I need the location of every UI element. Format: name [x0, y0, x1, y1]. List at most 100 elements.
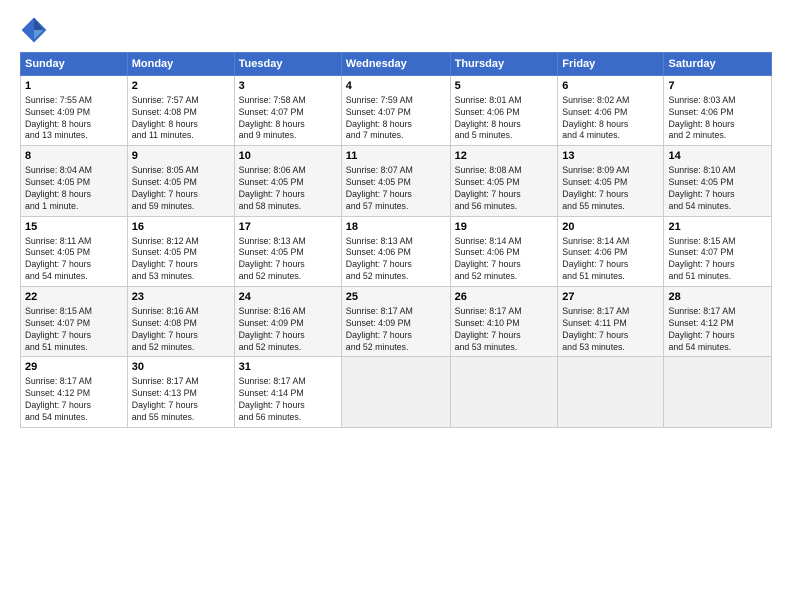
- page: Sunday Monday Tuesday Wednesday Thursday…: [0, 0, 792, 612]
- table-row: [341, 357, 450, 427]
- table-row: 25Sunrise: 8:17 AMSunset: 4:09 PMDayligh…: [341, 287, 450, 357]
- day-number: 22: [25, 290, 123, 305]
- day-info: Sunrise: 8:16 AMSunset: 4:08 PMDaylight:…: [132, 306, 230, 354]
- day-info: Sunrise: 8:08 AMSunset: 4:05 PMDaylight:…: [455, 165, 554, 213]
- day-number: 4: [346, 79, 446, 94]
- table-row: 1Sunrise: 7:55 AMSunset: 4:09 PMDaylight…: [21, 76, 128, 146]
- table-row: 3Sunrise: 7:58 AMSunset: 4:07 PMDaylight…: [234, 76, 341, 146]
- table-row: 31Sunrise: 8:17 AMSunset: 4:14 PMDayligh…: [234, 357, 341, 427]
- day-number: 15: [25, 220, 123, 235]
- day-number: 5: [455, 79, 554, 94]
- col-friday: Friday: [558, 53, 664, 76]
- table-row: 17Sunrise: 8:13 AMSunset: 4:05 PMDayligh…: [234, 216, 341, 286]
- calendar-row: 1Sunrise: 7:55 AMSunset: 4:09 PMDaylight…: [21, 76, 772, 146]
- day-number: 30: [132, 360, 230, 375]
- day-info: Sunrise: 8:13 AMSunset: 4:06 PMDaylight:…: [346, 236, 446, 284]
- day-number: 10: [239, 149, 337, 164]
- day-info: Sunrise: 8:17 AMSunset: 4:12 PMDaylight:…: [25, 376, 123, 424]
- day-info: Sunrise: 8:07 AMSunset: 4:05 PMDaylight:…: [346, 165, 446, 213]
- day-number: 31: [239, 360, 337, 375]
- table-row: [558, 357, 664, 427]
- table-row: 15Sunrise: 8:11 AMSunset: 4:05 PMDayligh…: [21, 216, 128, 286]
- day-number: 12: [455, 149, 554, 164]
- header: [20, 16, 772, 44]
- header-row: Sunday Monday Tuesday Wednesday Thursday…: [21, 53, 772, 76]
- day-info: Sunrise: 7:57 AMSunset: 4:08 PMDaylight:…: [132, 95, 230, 143]
- table-row: 18Sunrise: 8:13 AMSunset: 4:06 PMDayligh…: [341, 216, 450, 286]
- day-number: 13: [562, 149, 659, 164]
- day-number: 2: [132, 79, 230, 94]
- table-row: 23Sunrise: 8:16 AMSunset: 4:08 PMDayligh…: [127, 287, 234, 357]
- table-row: 7Sunrise: 8:03 AMSunset: 4:06 PMDaylight…: [664, 76, 772, 146]
- table-row: 11Sunrise: 8:07 AMSunset: 4:05 PMDayligh…: [341, 146, 450, 216]
- day-info: Sunrise: 8:17 AMSunset: 4:14 PMDaylight:…: [239, 376, 337, 424]
- table-row: 27Sunrise: 8:17 AMSunset: 4:11 PMDayligh…: [558, 287, 664, 357]
- table-row: 4Sunrise: 7:59 AMSunset: 4:07 PMDaylight…: [341, 76, 450, 146]
- day-number: 28: [668, 290, 767, 305]
- day-info: Sunrise: 8:02 AMSunset: 4:06 PMDaylight:…: [562, 95, 659, 143]
- day-info: Sunrise: 8:17 AMSunset: 4:10 PMDaylight:…: [455, 306, 554, 354]
- table-row: 21Sunrise: 8:15 AMSunset: 4:07 PMDayligh…: [664, 216, 772, 286]
- day-info: Sunrise: 8:16 AMSunset: 4:09 PMDaylight:…: [239, 306, 337, 354]
- table-row: 9Sunrise: 8:05 AMSunset: 4:05 PMDaylight…: [127, 146, 234, 216]
- logo: [20, 16, 52, 44]
- calendar-row: 29Sunrise: 8:17 AMSunset: 4:12 PMDayligh…: [21, 357, 772, 427]
- day-info: Sunrise: 8:15 AMSunset: 4:07 PMDaylight:…: [668, 236, 767, 284]
- day-info: Sunrise: 8:13 AMSunset: 4:05 PMDaylight:…: [239, 236, 337, 284]
- calendar-row: 22Sunrise: 8:15 AMSunset: 4:07 PMDayligh…: [21, 287, 772, 357]
- table-row: 20Sunrise: 8:14 AMSunset: 4:06 PMDayligh…: [558, 216, 664, 286]
- day-number: 17: [239, 220, 337, 235]
- day-info: Sunrise: 8:17 AMSunset: 4:12 PMDaylight:…: [668, 306, 767, 354]
- day-info: Sunrise: 8:17 AMSunset: 4:13 PMDaylight:…: [132, 376, 230, 424]
- day-info: Sunrise: 8:05 AMSunset: 4:05 PMDaylight:…: [132, 165, 230, 213]
- table-row: 28Sunrise: 8:17 AMSunset: 4:12 PMDayligh…: [664, 287, 772, 357]
- day-info: Sunrise: 8:06 AMSunset: 4:05 PMDaylight:…: [239, 165, 337, 213]
- day-info: Sunrise: 8:14 AMSunset: 4:06 PMDaylight:…: [562, 236, 659, 284]
- day-info: Sunrise: 7:55 AMSunset: 4:09 PMDaylight:…: [25, 95, 123, 143]
- day-number: 8: [25, 149, 123, 164]
- table-row: 22Sunrise: 8:15 AMSunset: 4:07 PMDayligh…: [21, 287, 128, 357]
- day-info: Sunrise: 8:12 AMSunset: 4:05 PMDaylight:…: [132, 236, 230, 284]
- calendar-row: 15Sunrise: 8:11 AMSunset: 4:05 PMDayligh…: [21, 216, 772, 286]
- col-thursday: Thursday: [450, 53, 558, 76]
- day-info: Sunrise: 8:03 AMSunset: 4:06 PMDaylight:…: [668, 95, 767, 143]
- day-info: Sunrise: 8:01 AMSunset: 4:06 PMDaylight:…: [455, 95, 554, 143]
- day-info: Sunrise: 8:11 AMSunset: 4:05 PMDaylight:…: [25, 236, 123, 284]
- table-row: [664, 357, 772, 427]
- col-monday: Monday: [127, 53, 234, 76]
- table-row: 13Sunrise: 8:09 AMSunset: 4:05 PMDayligh…: [558, 146, 664, 216]
- day-number: 6: [562, 79, 659, 94]
- table-row: 8Sunrise: 8:04 AMSunset: 4:05 PMDaylight…: [21, 146, 128, 216]
- day-number: 16: [132, 220, 230, 235]
- col-saturday: Saturday: [664, 53, 772, 76]
- day-number: 20: [562, 220, 659, 235]
- day-number: 24: [239, 290, 337, 305]
- table-row: 19Sunrise: 8:14 AMSunset: 4:06 PMDayligh…: [450, 216, 558, 286]
- day-number: 3: [239, 79, 337, 94]
- day-number: 26: [455, 290, 554, 305]
- day-number: 21: [668, 220, 767, 235]
- table-row: 6Sunrise: 8:02 AMSunset: 4:06 PMDaylight…: [558, 76, 664, 146]
- table-row: 24Sunrise: 8:16 AMSunset: 4:09 PMDayligh…: [234, 287, 341, 357]
- day-number: 18: [346, 220, 446, 235]
- day-info: Sunrise: 7:58 AMSunset: 4:07 PMDaylight:…: [239, 95, 337, 143]
- table-row: 14Sunrise: 8:10 AMSunset: 4:05 PMDayligh…: [664, 146, 772, 216]
- general-blue-icon: [20, 16, 48, 44]
- table-row: 12Sunrise: 8:08 AMSunset: 4:05 PMDayligh…: [450, 146, 558, 216]
- day-info: Sunrise: 8:14 AMSunset: 4:06 PMDaylight:…: [455, 236, 554, 284]
- day-number: 7: [668, 79, 767, 94]
- table-row: 30Sunrise: 8:17 AMSunset: 4:13 PMDayligh…: [127, 357, 234, 427]
- day-number: 11: [346, 149, 446, 164]
- table-row: 29Sunrise: 8:17 AMSunset: 4:12 PMDayligh…: [21, 357, 128, 427]
- col-sunday: Sunday: [21, 53, 128, 76]
- day-number: 19: [455, 220, 554, 235]
- day-info: Sunrise: 8:10 AMSunset: 4:05 PMDaylight:…: [668, 165, 767, 213]
- table-row: [450, 357, 558, 427]
- table-row: 16Sunrise: 8:12 AMSunset: 4:05 PMDayligh…: [127, 216, 234, 286]
- day-number: 9: [132, 149, 230, 164]
- col-wednesday: Wednesday: [341, 53, 450, 76]
- day-info: Sunrise: 8:17 AMSunset: 4:09 PMDaylight:…: [346, 306, 446, 354]
- table-row: 26Sunrise: 8:17 AMSunset: 4:10 PMDayligh…: [450, 287, 558, 357]
- table-row: 5Sunrise: 8:01 AMSunset: 4:06 PMDaylight…: [450, 76, 558, 146]
- day-info: Sunrise: 8:09 AMSunset: 4:05 PMDaylight:…: [562, 165, 659, 213]
